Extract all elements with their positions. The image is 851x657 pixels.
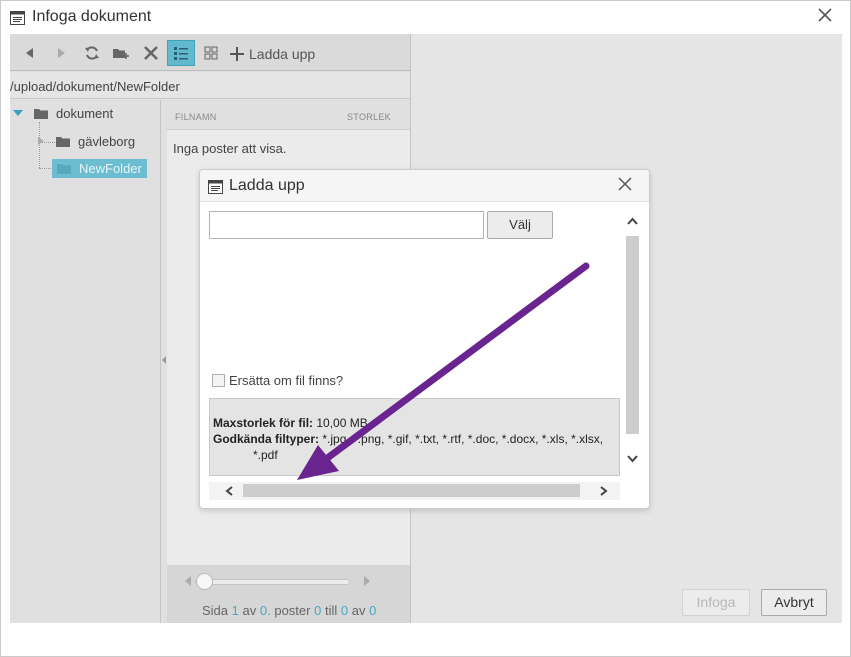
pager-of-word: av xyxy=(242,603,257,618)
choose-file-button[interactable]: Välj xyxy=(487,211,553,239)
path-bar xyxy=(10,72,410,99)
allowed-types-value: *.jpg, *.png, *.gif, *.txt, *.rtf, *.doc… xyxy=(322,432,604,446)
upload-dialog-title: Ladda upp xyxy=(229,177,305,194)
horizontal-scrollbar[interactable] xyxy=(209,482,620,500)
pager-status: Sida 1 av 0. poster 0 till 0 av 0 xyxy=(202,603,376,618)
close-icon[interactable] xyxy=(816,6,834,24)
collapsed-arrow-icon xyxy=(38,137,44,145)
new-folder-icon xyxy=(113,49,129,59)
replace-option[interactable]: Ersätta om fil finns? xyxy=(212,373,343,388)
folder-icon xyxy=(57,164,71,174)
grid-view-icon xyxy=(204,46,218,60)
forward-button[interactable] xyxy=(50,42,72,64)
refresh-icon xyxy=(85,46,99,60)
pager-page-word: Sida xyxy=(202,603,229,618)
allowed-types-cont: *.pdf xyxy=(253,448,278,462)
empty-message: Inga poster att visa. xyxy=(173,141,287,156)
window-icon xyxy=(10,11,25,25)
delete-button[interactable] xyxy=(140,42,162,64)
folder-icon xyxy=(34,109,48,119)
upload-dialog-titlebar: Ladda upp xyxy=(200,170,649,202)
tree-item-label: dokument xyxy=(56,105,114,121)
pager-total: 0 xyxy=(369,603,377,618)
arrow-right-icon xyxy=(58,48,65,58)
path-input[interactable] xyxy=(10,76,405,96)
delete-icon xyxy=(144,46,158,60)
pager-slider-track[interactable] xyxy=(195,579,350,585)
file-list-header: FILNAMN STORLEK xyxy=(167,100,410,130)
allowed-types-label: Godkända filtyper: xyxy=(213,432,320,446)
window-title: Infoga dokument xyxy=(32,8,152,25)
upload-button[interactable]: Ladda upp xyxy=(230,44,315,64)
arrow-left-icon xyxy=(26,48,33,58)
tree-item-gavleborg[interactable]: gävleborg xyxy=(36,131,135,151)
plus-icon xyxy=(230,47,244,61)
vertical-scrollbar[interactable] xyxy=(624,212,642,470)
folder-icon xyxy=(56,137,70,147)
horizontal-scroll-thumb[interactable] xyxy=(243,484,580,497)
grid-view-button[interactable] xyxy=(200,42,222,64)
pager-to: 0 xyxy=(340,603,349,618)
pager-of-word-2: av xyxy=(351,603,366,618)
vertical-scroll-thumb[interactable] xyxy=(626,236,639,434)
upload-button-label: Ladda upp xyxy=(249,46,316,62)
tree-item-dokument[interactable]: dokument xyxy=(12,103,113,123)
max-size-row: Maxstorlek för fil: 10,00 MB xyxy=(213,416,368,430)
folder-tree: dokument gävleborg NewFolder xyxy=(10,100,161,623)
column-size[interactable]: STORLEK xyxy=(347,112,391,122)
max-size-value: 10,00 MB xyxy=(316,416,368,430)
window-titlebar: Infoga dokument xyxy=(1,1,850,34)
pager-pages: 0. xyxy=(259,603,271,618)
scroll-right-icon[interactable] xyxy=(597,485,609,497)
replace-checkbox[interactable] xyxy=(212,374,225,387)
file-path-input[interactable] xyxy=(209,211,484,239)
scroll-down-icon[interactable] xyxy=(626,452,639,464)
upload-dialog: Ladda upp Välj Ersätta om fil finns? Max… xyxy=(199,169,650,509)
pager-from: 0 xyxy=(314,603,322,618)
pager-records-word: poster xyxy=(274,603,311,618)
list-view-button[interactable] xyxy=(167,40,195,66)
upload-info-box: Maxstorlek för fil: 10,00 MB Godkända fi… xyxy=(209,398,620,476)
close-icon[interactable] xyxy=(617,176,633,192)
tree-item-selected-wrap: NewFolder xyxy=(52,158,147,178)
upload-dialog-body: Välj Ersätta om fil finns? Maxstorlek fö… xyxy=(206,204,644,503)
insert-button[interactable]: Infoga xyxy=(682,589,750,616)
pager-page: 1 xyxy=(231,603,239,618)
cancel-button[interactable]: Avbryt xyxy=(761,589,827,616)
scroll-up-icon[interactable] xyxy=(626,216,639,228)
pager-to-word: till xyxy=(324,603,338,618)
replace-label: Ersätta om fil finns? xyxy=(229,373,344,388)
pager: Sida 1 av 0. poster 0 till 0 av 0 xyxy=(167,565,410,623)
tree-item-newfolder[interactable]: NewFolder xyxy=(52,158,147,178)
window-icon xyxy=(208,180,223,194)
tree-item-label: gävleborg xyxy=(78,133,136,149)
tree-item-label: NewFolder xyxy=(79,160,142,176)
refresh-button[interactable] xyxy=(81,42,103,64)
max-size-label: Maxstorlek för fil: xyxy=(213,416,314,430)
scroll-left-icon[interactable] xyxy=(224,485,236,497)
new-folder-button[interactable] xyxy=(110,42,132,64)
column-filename[interactable]: FILNAMN xyxy=(175,112,217,122)
toolbar: Ladda upp xyxy=(10,34,410,71)
allowed-types-row: Godkända filtyper: *.jpg, *.png, *.gif, … xyxy=(213,432,603,446)
pager-next-icon[interactable] xyxy=(363,575,371,587)
list-view-icon xyxy=(174,47,188,60)
expand-arrow-icon xyxy=(13,110,23,116)
pager-slider-thumb[interactable] xyxy=(196,573,213,590)
pager-prev-icon[interactable] xyxy=(184,575,192,587)
back-button[interactable] xyxy=(19,42,41,64)
